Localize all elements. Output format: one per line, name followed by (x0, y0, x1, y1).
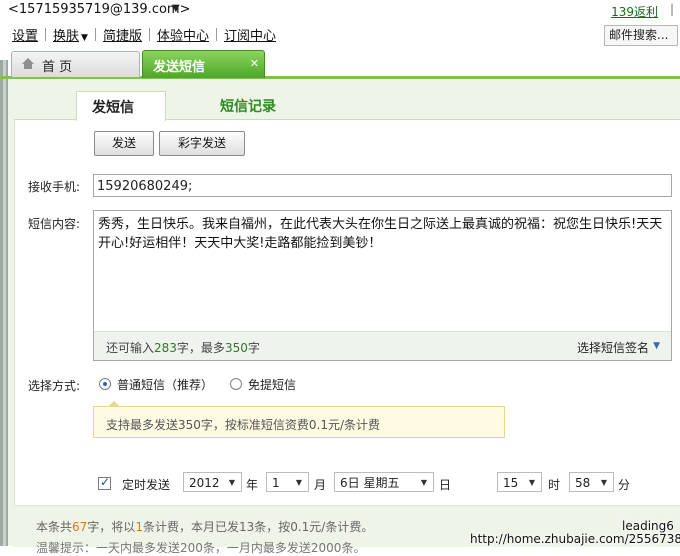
remain-count: 283 (154, 341, 177, 355)
timed-send-checkbox[interactable]: ✓ (98, 475, 111, 490)
minute-unit: 分 (618, 478, 631, 492)
timed-send-label[interactable]: 定时发送 (122, 476, 170, 493)
minute-select[interactable]: 58 ▼ (569, 472, 614, 492)
top-menu: 设置 换肤 ▼ 简捷版 体验中心 订阅中心 (12, 25, 276, 44)
hour-unit: 时 (548, 478, 561, 492)
home-icon-base (24, 64, 32, 69)
watermark-name: leading6 (622, 519, 674, 533)
year-value: 2012 (189, 476, 220, 490)
chevron-down-icon: ▼ (295, 478, 302, 487)
chevron-down-icon[interactable]: ▼ (653, 341, 660, 351)
menu-simple[interactable]: 简捷版 (103, 25, 142, 44)
summary-part: 本条共 (36, 520, 73, 534)
content-textarea[interactable]: 秀秀，生日快乐。我来自福州，在此代表大头在你生日之际送上最真诚的祝福：祝您生日快… (93, 210, 672, 361)
content-label: 短信内容: (28, 217, 81, 231)
subtab-compose-label: 发短信 (92, 100, 134, 116)
menu-experience[interactable]: 体验中心 (157, 25, 209, 44)
mode-free-radio[interactable] (230, 378, 242, 390)
remaining-chars: 还可输入283字，最多350字 (106, 339, 260, 356)
signature-select[interactable]: 选择短信签名 (577, 339, 649, 356)
menu-divider (148, 28, 150, 41)
left-rail-scrollbar[interactable] (3, 60, 6, 546)
close-icon[interactable]: ✕ (250, 57, 259, 70)
menu-divider (94, 28, 96, 41)
mode-normal-label[interactable]: 普通短信（推荐） (117, 376, 213, 393)
tab-home[interactable]: 首 页 (11, 51, 140, 77)
summary-chars: 67 (72, 520, 88, 534)
check-icon: ✓ (100, 475, 111, 489)
watermark-url: http://home.zhubajie.com/2556738/ (470, 532, 680, 546)
year-select[interactable]: 2012 ▼ (183, 472, 242, 492)
year-unit: 年 (246, 478, 259, 492)
chevron-down-icon: ▼ (420, 478, 427, 487)
tab-send-sms-label: 发送短信 (153, 60, 206, 75)
subtab-records[interactable]: 短信记录 (220, 96, 276, 116)
month-select[interactable]: 1 ▼ (266, 472, 309, 492)
mode-normal-radio[interactable] (99, 378, 111, 390)
content-text: 秀秀，生日快乐。我来自福州，在此代表大头在你生日之际送上最真诚的祝福：祝您生日快… (98, 217, 663, 251)
remain-prefix: 还可输入 (106, 341, 155, 355)
send-button[interactable]: 发送 (94, 131, 154, 156)
phone-input[interactable]: 15920680249; (93, 174, 672, 197)
month-value: 1 (272, 476, 280, 490)
color-send-button[interactable]: 彩字发送 (159, 131, 245, 156)
menu-divider (45, 28, 47, 41)
minute-value: 58 (575, 476, 591, 490)
chevron-down-icon: ▼ (528, 478, 535, 487)
rebate-link[interactable]: 139返利 (611, 3, 658, 20)
chevron-down-icon: ▼ (81, 33, 88, 43)
tab-home-label: 首 页 (42, 60, 73, 75)
hour-select[interactable]: 15 ▼ (497, 472, 542, 492)
mode-free-label[interactable]: 免提短信 (248, 376, 296, 393)
mail-search-input[interactable]: 邮件搜索... (604, 25, 678, 46)
account-address[interactable]: <15715935719@139.com> (8, 2, 190, 17)
account-dropdown-icon[interactable]: ▼ (172, 3, 180, 14)
menu-divider (215, 28, 217, 41)
tab-send-sms[interactable]: 发送短信 ✕ (142, 50, 265, 78)
summary-part: 条计费，本月已发13条，按0.1元/条计费。 (142, 520, 374, 534)
content-footer: 还可输入283字，最多350字 选择短信签名 ▼ (94, 331, 671, 360)
menu-subscribe[interactable]: 订阅中心 (224, 25, 276, 44)
top-separator: | (669, 2, 674, 16)
mode-label: 选择方式: (28, 379, 81, 393)
subtab-compose[interactable]: 发短信 (76, 91, 166, 121)
summary-part: 字，将以 (87, 520, 136, 534)
billing-notice-text: 支持最多发送350字，按标准短信资费0.1元/条计费 (106, 418, 381, 432)
remain-max: 350 (224, 341, 248, 355)
billing-summary: 本条共67字，将以1条计费，本月已发13条，按0.1元/条计费。 (36, 518, 373, 535)
summary-count: 1 (135, 520, 143, 534)
menu-theme[interactable]: 换肤 ▼ (53, 25, 88, 44)
menu-theme-label: 换肤 (53, 29, 80, 44)
chevron-down-icon: ▼ (600, 478, 607, 487)
day-value: 6日 星期五 (340, 476, 400, 490)
billing-notice: 支持最多发送350字，按标准短信资费0.1元/条计费 (93, 401, 505, 438)
chevron-down-icon: ▼ (228, 478, 235, 487)
hour-value: 15 (503, 476, 519, 490)
day-select[interactable]: 6日 星期五 ▼ (334, 472, 434, 492)
notice-pointer (108, 401, 120, 407)
month-unit: 月 (314, 478, 327, 492)
day-unit: 日 (439, 478, 452, 492)
phone-label: 接收手机: (28, 180, 81, 194)
menu-settings[interactable]: 设置 (12, 25, 38, 44)
summary-tip: 温馨提示：一天内最多发送200条，一月内最多发送2000条。 (36, 541, 366, 555)
remain-mid: 字，最多 (176, 341, 225, 355)
remain-suffix: 字 (247, 341, 260, 355)
